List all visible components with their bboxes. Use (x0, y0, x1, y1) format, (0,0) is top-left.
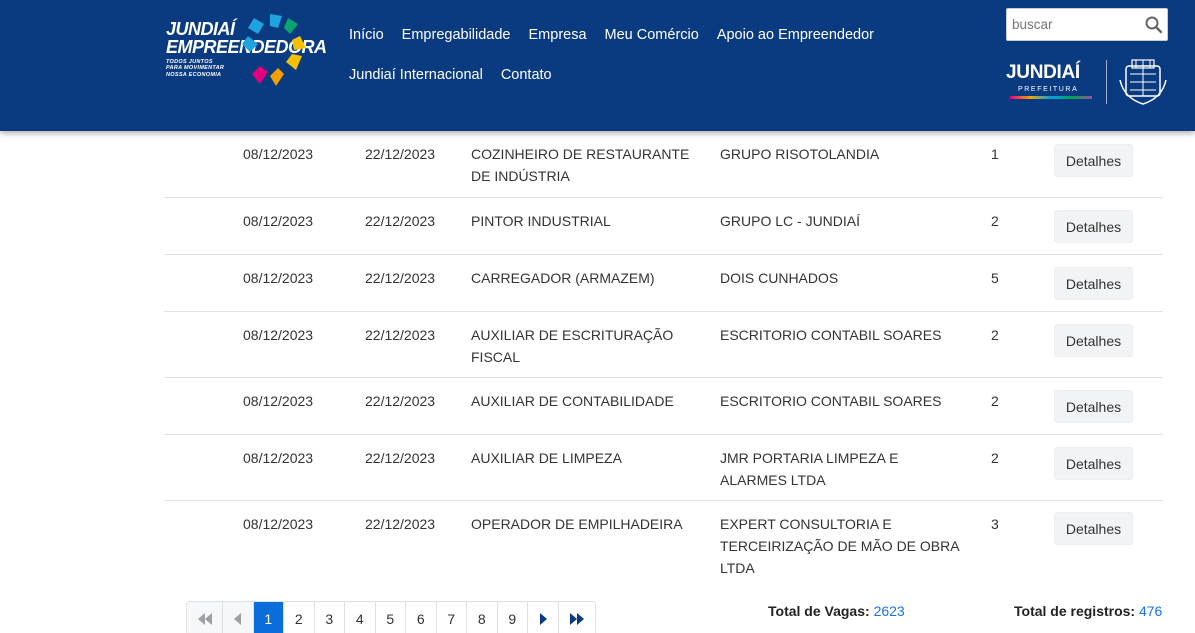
company-cell: ESCRITORIO CONTABIL SOARES (720, 327, 942, 343)
chevron-left-icon (233, 613, 241, 625)
total-vagas: Total de Vagas: 2623 (768, 603, 905, 619)
details-button[interactable]: Detalhes (1054, 267, 1133, 300)
page-6-button[interactable]: 6 (406, 602, 437, 633)
job-title-cell: AUXILIAR DE CONTABILIDADE (471, 393, 674, 409)
page-4-button[interactable]: 4 (345, 602, 376, 633)
job-title-cell: AUXILIAR DE ESCRITURAÇÃO FISCAL (471, 327, 674, 365)
total-registros: Total de registros: 476 (1014, 603, 1162, 619)
date-end-cell: 22/12/2023 (365, 146, 436, 162)
last-page-button[interactable] (558, 602, 595, 633)
date-end-cell: 22/12/2023 (365, 516, 436, 532)
details-button[interactable]: Detalhes (1054, 447, 1133, 480)
job-title-cell: OPERADOR DE EMPILHADEIRA (471, 516, 683, 532)
table-row: 08/12/2023 22/12/2023 AUXILIAR DE LIMPEZA J… (164, 435, 1163, 501)
table-row: 08/12/2023 22/12/2023 AUXILIAR DE CONTABIL… (164, 378, 1163, 435)
search-box (1006, 8, 1168, 41)
company-cell: ESCRITORIO CONTABIL SOARES (720, 393, 942, 409)
quantity-cell: 2 (991, 327, 999, 343)
nav-contato[interactable]: Contato (492, 67, 561, 83)
main-nav: Início Empregabilidade Empresa Meu Comér… (340, 20, 900, 100)
total-registros-label: Total de registros: (1014, 603, 1136, 619)
page-1-button[interactable]: 1 (253, 602, 284, 633)
page-9-button[interactable]: 9 (497, 602, 528, 633)
company-cell: EXPERT CONSULTORIA E TERCEIRIZAÇÃO DE MÃ… (720, 516, 959, 576)
date-start-cell: 08/12/2023 (243, 450, 314, 466)
quantity-cell: 2 (991, 450, 999, 466)
prefeitura-logo[interactable]: JUNDIAÍ PREFEITURA (1006, 59, 1168, 106)
site-header: JUNDIAÍ EMPREENDEDORA TODOS JUNTOS PARA … (0, 0, 1195, 131)
date-start-cell: 08/12/2023 (243, 213, 314, 229)
date-start-cell: 08/12/2023 (243, 516, 314, 532)
nav-empregabilidade[interactable]: Empregabilidade (393, 27, 520, 43)
nav-empresa[interactable]: Empresa (520, 27, 596, 43)
details-button[interactable]: Detalhes (1054, 324, 1133, 357)
total-registros-value: 476 (1138, 603, 1163, 619)
page-5-button[interactable]: 5 (375, 602, 406, 633)
company-cell: DOIS CUNHADOS (720, 270, 839, 286)
nav-row-2: Jundiaí Internacional Contato (340, 60, 900, 90)
quantity-cell: 5 (991, 270, 999, 286)
date-start-cell: 08/12/2023 (243, 270, 314, 286)
job-title-cell: PINTOR INDUSTRIAL (471, 213, 611, 229)
quantity-cell: 1 (991, 146, 999, 162)
prefeitura-color-bar (1010, 96, 1092, 99)
search-icon[interactable] (1144, 15, 1164, 35)
date-start-cell: 08/12/2023 (243, 393, 314, 409)
date-end-cell: 22/12/2023 (365, 270, 436, 286)
company-cell: GRUPO LC - JUNDIAÍ (720, 213, 861, 229)
table-row: 08/12/2023 22/12/2023 PINTOR INDUSTRIAL GRU… (164, 198, 1163, 255)
logo-divider (1106, 60, 1107, 104)
page-8-button[interactable]: 8 (467, 602, 498, 633)
prev-page-button[interactable] (223, 602, 254, 633)
table-row: 08/12/2023 22/12/2023 CARREGADOR (ARMAZEM)… (164, 255, 1163, 312)
quantity-cell: 2 (991, 393, 999, 409)
double-chevron-left-icon (197, 613, 212, 625)
prefeitura-sub: PREFEITURA (1018, 86, 1079, 93)
page-2-button[interactable]: 2 (284, 602, 315, 633)
chevron-right-icon (539, 613, 547, 625)
page-7-button[interactable]: 7 (436, 602, 467, 633)
date-start-cell: 08/12/2023 (243, 327, 314, 343)
details-button[interactable]: Detalhes (1054, 512, 1133, 545)
nav-row-1: Início Empregabilidade Empresa Meu Comér… (340, 20, 900, 50)
table-row: 08/12/2023 22/12/2023 OPERADOR DE EMPILHAD… (164, 501, 1163, 601)
page-3-button[interactable]: 3 (314, 602, 345, 633)
date-end-cell: 22/12/2023 (365, 450, 436, 466)
prefeitura-word: JUNDIAÍ (1006, 62, 1080, 83)
date-end-cell: 22/12/2023 (365, 213, 436, 229)
company-cell: JMR PORTARIA LIMPEZA E ALARMES LTDA (720, 450, 899, 488)
nav-apoio-empreendedor[interactable]: Apoio ao Empreendedor (708, 27, 883, 43)
table-row: 08/12/2023 22/12/2023 AUXILIAR DE ESCRITUR… (164, 312, 1163, 378)
date-end-cell: 22/12/2023 (365, 393, 436, 409)
job-title-cell: AUXILIAR DE LIMPEZA (471, 450, 622, 466)
table-row: 08/12/2023 22/12/2023 COZINHEIRO DE RESTAU… (164, 131, 1163, 198)
date-start-cell: 08/12/2023 (243, 146, 314, 162)
details-button[interactable]: Detalhes (1054, 210, 1133, 243)
nav-jundiai-internacional[interactable]: Jundiaí Internacional (340, 67, 492, 83)
city-crest-icon (1119, 59, 1167, 105)
details-button[interactable]: Detalhes (1054, 144, 1133, 177)
job-title-cell: CARREGADOR (ARMAZEM) (471, 270, 655, 286)
logo-burst-icon (242, 14, 306, 86)
company-cell: GRUPO RISOTOLANDIA (720, 146, 880, 162)
total-vagas-value: 2623 (873, 603, 905, 619)
nav-meu-comercio[interactable]: Meu Comércio (596, 27, 708, 43)
jobs-table: 08/12/2023 22/12/2023 COZINHEIRO DE RESTAU… (164, 131, 1163, 601)
job-title-cell: COZINHEIRO DE RESTAURANTE DE INDÚSTRIA (471, 146, 690, 184)
first-page-button[interactable] (187, 602, 223, 633)
nav-inicio[interactable]: Início (340, 27, 393, 43)
pagination: 1 2 3 4 5 6 7 8 9 (186, 601, 596, 633)
details-button[interactable]: Detalhes (1054, 390, 1133, 423)
double-chevron-right-icon (569, 613, 584, 625)
next-page-button[interactable] (528, 602, 559, 633)
date-end-cell: 22/12/2023 (365, 327, 436, 343)
quantity-cell: 2 (991, 213, 999, 229)
quantity-cell: 3 (991, 516, 999, 532)
search-input[interactable] (1007, 9, 1137, 40)
total-vagas-label: Total de Vagas: (768, 603, 870, 619)
jundiai-empreendedora-logo[interactable]: JUNDIAÍ EMPREENDEDORA TODOS JUNTOS PARA … (166, 12, 327, 102)
